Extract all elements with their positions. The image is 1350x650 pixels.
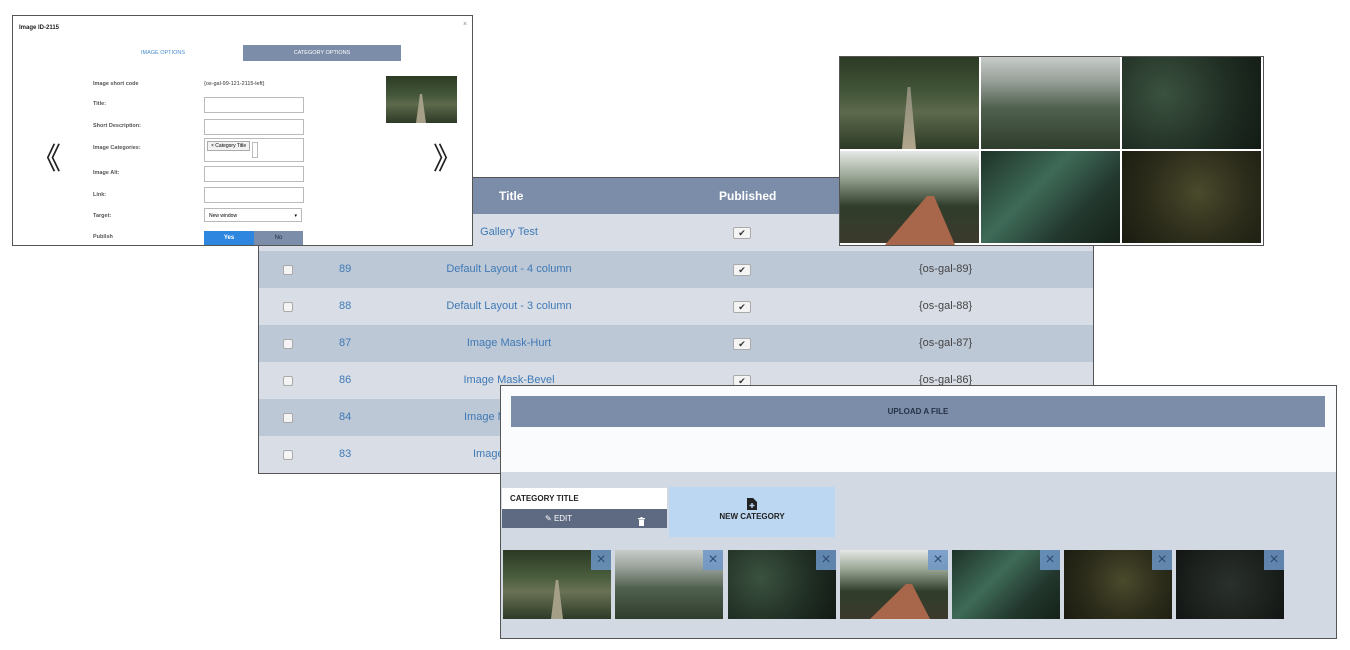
tab-category-options[interactable]: CATEGORY OPTIONS (243, 45, 401, 61)
photo-grid (839, 56, 1264, 246)
trash-icon[interactable] (638, 514, 645, 533)
chevron-down-icon: ▾ (294, 213, 297, 219)
image-categories-label: Image Categories: (93, 145, 141, 151)
upload-file-button[interactable]: UPLOAD A FILE (511, 396, 1325, 427)
upload-area: UPLOAD A FILE (501, 386, 1336, 472)
category-thumbnail[interactable]: × (503, 550, 611, 619)
row-id: 84 (339, 411, 352, 423)
prev-image-icon[interactable]: 《 (31, 134, 61, 178)
image-options-modal: Image ID-2115 × IMAGE OPTIONS CATEGORY O… (12, 15, 473, 246)
row-id: 88 (339, 300, 352, 312)
short-description-label: Short Description: (93, 123, 141, 129)
row-id: 83 (339, 448, 352, 460)
close-icon[interactable]: × (928, 550, 948, 570)
target-label: Target: (93, 213, 112, 219)
image-alt-label: Image Alt: (93, 170, 120, 176)
close-icon[interactable]: × (816, 550, 836, 570)
published-checkbox[interactable]: ✔ (733, 338, 751, 350)
modal-title: Image ID-2115 (19, 25, 60, 31)
publish-yes-button[interactable]: Yes (204, 231, 254, 245)
row-title-link[interactable]: Default Layout - 4 column (409, 263, 609, 275)
new-category-label: NEW CATEGORY (719, 512, 785, 521)
category-actions: ✎ EDIT (502, 509, 667, 528)
file-plus-icon (669, 498, 835, 512)
row-id: 86 (339, 374, 352, 386)
close-icon[interactable]: × (703, 550, 723, 570)
column-header-published[interactable]: Published (719, 189, 776, 203)
pencil-icon: ✎ (545, 514, 552, 523)
category-thumbnail[interactable]: × (1064, 550, 1172, 619)
edit-button[interactable]: ✎ EDIT (545, 509, 572, 528)
category-title: CATEGORY TITLE (502, 488, 667, 509)
row-checkbox[interactable] (283, 450, 293, 460)
row-title-link[interactable]: Default Layout - 3 column (409, 300, 609, 312)
row-checkbox[interactable] (283, 376, 293, 386)
row-checkbox[interactable] (283, 339, 293, 349)
gallery-photo[interactable] (981, 151, 1120, 243)
next-image-icon[interactable]: 》 (433, 134, 463, 178)
row-shortcode: {os-gal-87} (919, 337, 973, 349)
image-preview (386, 76, 457, 123)
publish-label: Publish (93, 234, 113, 240)
close-icon[interactable]: × (1152, 550, 1172, 570)
tag-input-cursor (252, 142, 258, 158)
shortcode-label: Image short code (93, 81, 139, 87)
category-card: CATEGORY TITLE ✎ EDIT (502, 488, 667, 528)
close-icon[interactable]: × (1264, 550, 1284, 570)
row-checkbox[interactable] (283, 265, 293, 275)
short-description-input[interactable] (204, 119, 304, 135)
row-checkbox[interactable] (283, 302, 293, 312)
gallery-photo[interactable] (840, 57, 979, 149)
category-tag[interactable]: × Category Title (207, 141, 251, 151)
row-title-link[interactable]: Image Mask-Hurt (409, 337, 609, 349)
link-label: Link: (93, 192, 107, 198)
published-checkbox[interactable]: ✔ (733, 264, 751, 276)
row-shortcode: {os-gal-88} (919, 300, 973, 312)
image-alt-input[interactable] (204, 166, 304, 182)
category-thumbnail[interactable]: × (728, 550, 836, 619)
gallery-photo[interactable] (840, 151, 979, 245)
upload-panel: UPLOAD A FILE CATEGORY TITLE ✎ EDIT NEW … (500, 385, 1337, 639)
gallery-photo[interactable] (1122, 57, 1261, 149)
edit-label: EDIT (553, 514, 573, 523)
category-thumbnail[interactable]: × (952, 550, 1060, 619)
target-value: New window (209, 213, 238, 219)
table-row: 87 Image Mask-Hurt ✔ {os-gal-87} (259, 325, 1093, 362)
column-header-title[interactable]: Title (499, 189, 523, 203)
row-checkbox[interactable] (283, 413, 293, 423)
close-icon[interactable]: × (1040, 550, 1060, 570)
title-input[interactable] (204, 97, 304, 113)
category-thumbnail[interactable]: × (615, 550, 723, 619)
category-thumbnail[interactable]: × (840, 550, 948, 619)
gallery-photo[interactable] (981, 57, 1120, 149)
publish-no-button[interactable]: No (254, 231, 303, 245)
published-checkbox[interactable]: ✔ (733, 301, 751, 313)
tab-image-options[interactable]: IMAGE OPTIONS (103, 45, 223, 61)
target-select[interactable]: New window ▾ (204, 208, 302, 222)
title-label: Title: (93, 101, 107, 107)
gallery-photo[interactable] (1122, 151, 1261, 243)
link-input[interactable] (204, 187, 304, 203)
close-icon[interactable]: × (591, 550, 611, 570)
shortcode-value: {os-gal-99-121-2115-left} (204, 81, 265, 87)
table-row: 88 Default Layout - 3 column ✔ {os-gal-8… (259, 288, 1093, 325)
row-id: 89 (339, 263, 352, 275)
row-shortcode: {os-gal-89} (919, 263, 973, 275)
close-icon[interactable]: × (463, 21, 467, 28)
published-checkbox[interactable]: ✔ (733, 227, 751, 239)
row-id: 87 (339, 337, 352, 349)
category-thumbnail[interactable]: × (1176, 550, 1284, 619)
table-row: 89 Default Layout - 4 column ✔ {os-gal-8… (259, 251, 1093, 288)
new-category-button[interactable]: NEW CATEGORY (669, 487, 835, 537)
image-categories-field[interactable]: × Category Title (204, 138, 304, 162)
